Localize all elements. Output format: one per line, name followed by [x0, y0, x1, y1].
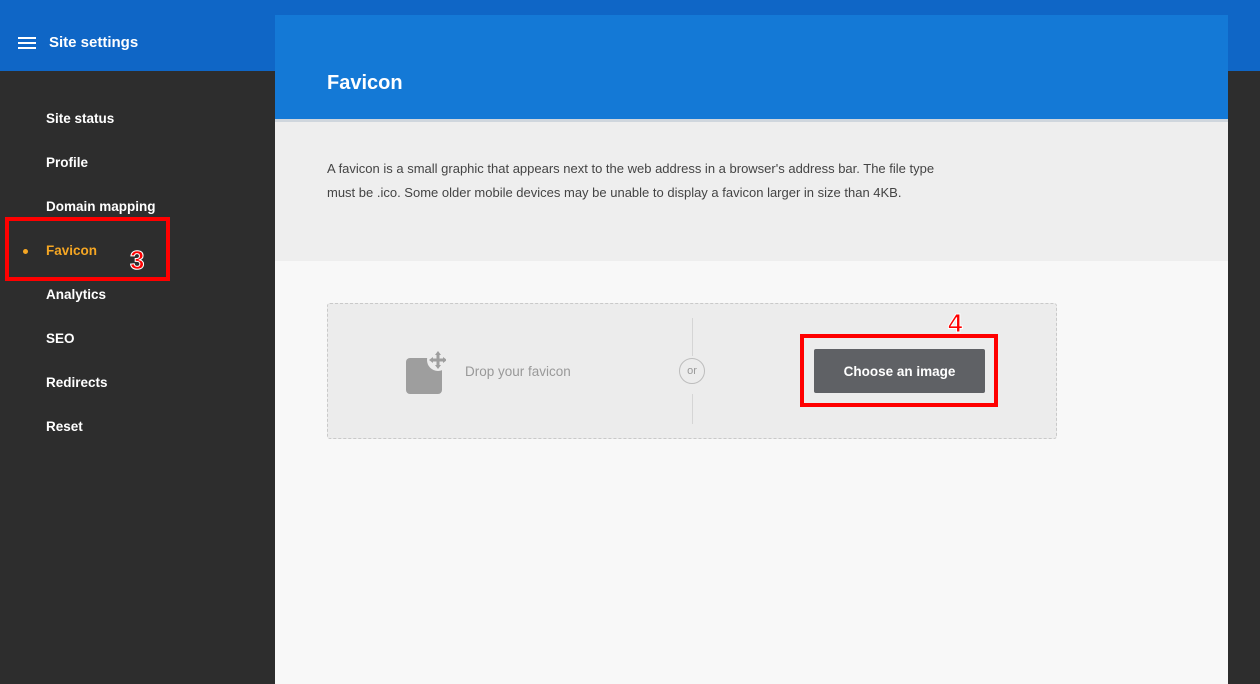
- annotation-step-4: 4: [947, 308, 963, 339]
- sidebar-nav: Site status Profile Domain mapping Favic…: [0, 71, 275, 684]
- hamburger-icon[interactable]: [18, 37, 36, 49]
- sidebar-item-analytics[interactable]: Analytics: [46, 285, 106, 305]
- sidebar-item-redirects[interactable]: Redirects: [46, 373, 108, 393]
- main-header: Favicon: [275, 15, 1228, 119]
- sidebar-item-site-status[interactable]: Site status: [46, 109, 114, 129]
- site-settings-title: Site settings: [49, 34, 139, 51]
- sidebar-header: Site settings: [0, 0, 275, 71]
- right-gutter: [1228, 71, 1260, 684]
- description-panel: A favicon is a small graphic that appear…: [275, 122, 1228, 261]
- page-title: Favicon: [327, 72, 403, 94]
- divider-line: [692, 318, 693, 356]
- sidebar-item-seo[interactable]: SEO: [46, 329, 75, 349]
- drop-favicon-label: Drop your favicon: [465, 364, 571, 379]
- image-upload-icon: [406, 350, 446, 394]
- or-separator: or: [679, 358, 705, 384]
- sidebar-item-domain-mapping[interactable]: Domain mapping: [46, 197, 156, 217]
- annotation-box-step-3: [5, 217, 170, 281]
- favicon-description: A favicon is a small graphic that appear…: [327, 161, 935, 200]
- sidebar-item-reset[interactable]: Reset: [46, 417, 83, 437]
- divider-line: [692, 394, 693, 424]
- sidebar-item-profile[interactable]: Profile: [46, 153, 88, 173]
- annotation-box-step-4: [800, 334, 998, 407]
- annotation-step-3: 3: [129, 245, 145, 276]
